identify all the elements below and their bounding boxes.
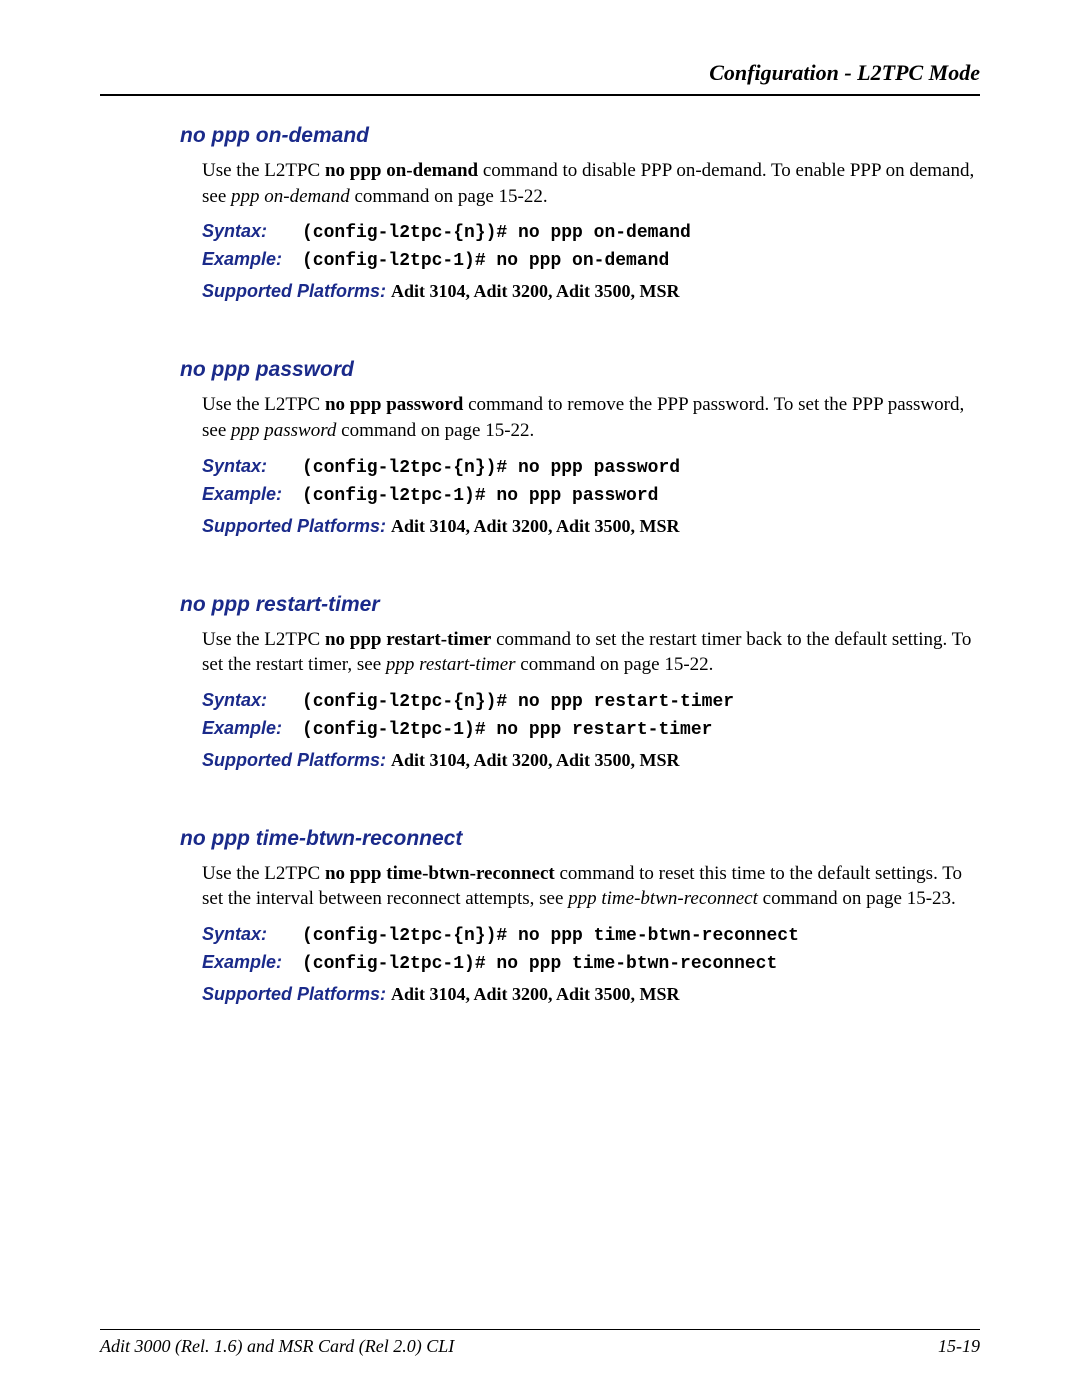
- header-rule: [100, 94, 980, 96]
- syntax-value: (config-l2tpc-{n})# no ppp password: [302, 458, 680, 478]
- example-label: Example:: [202, 718, 302, 739]
- cross-ref: ppp password: [231, 420, 336, 441]
- example-value: (config-l2tpc-1)# no ppp time-btwn-recon…: [302, 954, 777, 974]
- example-label: Example:: [202, 484, 302, 505]
- section-title: no ppp password: [180, 358, 980, 382]
- cross-ref: ppp restart-timer: [386, 654, 516, 675]
- command-name: no ppp restart-timer: [325, 629, 491, 650]
- text: command on page 15-23.: [758, 888, 956, 909]
- syntax-row: Syntax: (config-l2tpc-{n})# no ppp passw…: [180, 456, 980, 478]
- section-title: no ppp restart-timer: [180, 593, 980, 617]
- example-label: Example:: [202, 249, 302, 270]
- syntax-label: Syntax:: [202, 456, 302, 477]
- running-header: Configuration - L2TPC Mode: [100, 60, 980, 86]
- section-no-ppp-time-btwn-reconnect: no ppp time-btwn-reconnect Use the L2TPC…: [100, 827, 980, 1005]
- syntax-value: (config-l2tpc-{n})# no ppp time-btwn-rec…: [302, 926, 799, 946]
- platforms-label: Supported Platforms:: [202, 984, 391, 1004]
- platforms-row: Supported Platforms: Adit 3104, Adit 320…: [180, 750, 980, 771]
- command-name: no ppp on-demand: [325, 160, 478, 181]
- section-title: no ppp on-demand: [180, 124, 980, 148]
- example-row: Example: (config-l2tpc-1)# no ppp passwo…: [180, 484, 980, 506]
- example-row: Example: (config-l2tpc-1)# no ppp on-dem…: [180, 249, 980, 271]
- text: Use the L2TPC: [202, 160, 325, 181]
- example-value: (config-l2tpc-1)# no ppp password: [302, 486, 658, 506]
- section-no-ppp-on-demand: no ppp on-demand Use the L2TPC no ppp on…: [100, 124, 980, 302]
- footer-left: Adit 3000 (Rel. 1.6) and MSR Card (Rel 2…: [100, 1336, 454, 1357]
- example-row: Example: (config-l2tpc-1)# no ppp restar…: [180, 718, 980, 740]
- platforms-label: Supported Platforms:: [202, 281, 391, 301]
- section-no-ppp-restart-timer: no ppp restart-timer Use the L2TPC no pp…: [100, 593, 980, 771]
- syntax-value: (config-l2tpc-{n})# no ppp on-demand: [302, 223, 691, 243]
- section-intro: Use the L2TPC no ppp time-btwn-reconnect…: [180, 861, 980, 912]
- command-name: no ppp password: [325, 394, 463, 415]
- text: Use the L2TPC: [202, 863, 325, 884]
- cross-ref: ppp on-demand: [231, 186, 350, 207]
- page: Configuration - L2TPC Mode no ppp on-dem…: [0, 0, 1080, 1397]
- text: command on page 15-22.: [336, 420, 534, 441]
- syntax-label: Syntax:: [202, 690, 302, 711]
- section-intro: Use the L2TPC no ppp restart-timer comma…: [180, 627, 980, 678]
- section-title: no ppp time-btwn-reconnect: [180, 827, 980, 851]
- platforms-label: Supported Platforms:: [202, 516, 391, 536]
- platforms-label: Supported Platforms:: [202, 750, 391, 770]
- platforms-value: Adit 3104, Adit 3200, Adit 3500, MSR: [391, 750, 680, 770]
- platforms-row: Supported Platforms: Adit 3104, Adit 320…: [180, 984, 980, 1005]
- example-value: (config-l2tpc-1)# no ppp on-demand: [302, 251, 669, 271]
- text: command on page 15-22.: [516, 654, 714, 675]
- platforms-value: Adit 3104, Adit 3200, Adit 3500, MSR: [391, 516, 680, 536]
- platforms-row: Supported Platforms: Adit 3104, Adit 320…: [180, 281, 980, 302]
- section-no-ppp-password: no ppp password Use the L2TPC no ppp pas…: [100, 358, 980, 536]
- page-footer: Adit 3000 (Rel. 1.6) and MSR Card (Rel 2…: [100, 1329, 980, 1357]
- footer-rule: [100, 1329, 980, 1330]
- syntax-value: (config-l2tpc-{n})# no ppp restart-timer: [302, 692, 734, 712]
- syntax-label: Syntax:: [202, 221, 302, 242]
- syntax-row: Syntax: (config-l2tpc-{n})# no ppp resta…: [180, 690, 980, 712]
- example-row: Example: (config-l2tpc-1)# no ppp time-b…: [180, 952, 980, 974]
- text: Use the L2TPC: [202, 629, 325, 650]
- page-number: 15-19: [938, 1336, 980, 1357]
- footer-row: Adit 3000 (Rel. 1.6) and MSR Card (Rel 2…: [100, 1336, 980, 1357]
- text: Use the L2TPC: [202, 394, 325, 415]
- platforms-value: Adit 3104, Adit 3200, Adit 3500, MSR: [391, 984, 680, 1004]
- example-label: Example:: [202, 952, 302, 973]
- platforms-value: Adit 3104, Adit 3200, Adit 3500, MSR: [391, 281, 680, 301]
- section-intro: Use the L2TPC no ppp on-demand command t…: [180, 158, 980, 209]
- section-intro: Use the L2TPC no ppp password command to…: [180, 392, 980, 443]
- example-value: (config-l2tpc-1)# no ppp restart-timer: [302, 720, 712, 740]
- syntax-label: Syntax:: [202, 924, 302, 945]
- syntax-row: Syntax: (config-l2tpc-{n})# no ppp on-de…: [180, 221, 980, 243]
- cross-ref: ppp time-btwn-reconnect: [568, 888, 758, 909]
- text: command on page 15-22.: [350, 186, 548, 207]
- syntax-row: Syntax: (config-l2tpc-{n})# no ppp time-…: [180, 924, 980, 946]
- platforms-row: Supported Platforms: Adit 3104, Adit 320…: [180, 516, 980, 537]
- command-name: no ppp time-btwn-reconnect: [325, 863, 555, 884]
